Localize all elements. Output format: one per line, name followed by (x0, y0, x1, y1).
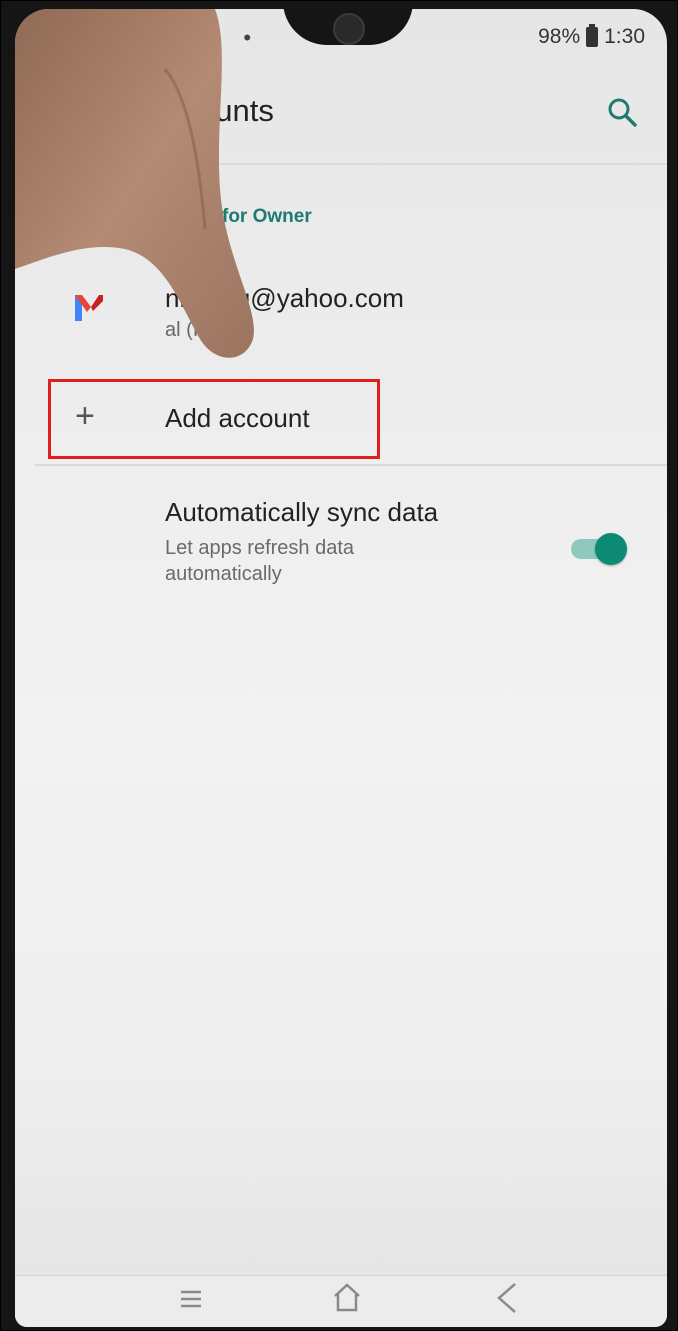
search-icon (608, 98, 637, 127)
navigation-bar (15, 1275, 667, 1327)
account-type: al (IMAP) (165, 319, 249, 341)
status-right: 98% 1:30 (538, 24, 645, 49)
front-camera (333, 13, 365, 45)
recents-menu-icon[interactable] (177, 1284, 205, 1314)
auto-sync-toggle[interactable] (571, 531, 627, 565)
section-header: ounts for Owner (165, 206, 312, 227)
app-bar-divider (15, 163, 667, 165)
account-email: nn4you@yahoo.com (165, 283, 404, 313)
highlight-box (48, 379, 380, 459)
toggle-thumb (595, 533, 627, 565)
back-icon[interactable] (495, 1280, 519, 1316)
page-title: ccounts (167, 93, 274, 128)
add-account-button[interactable]: + Add account (15, 377, 667, 465)
status-notification-icons: ⌆ ⤓ • (163, 25, 262, 50)
gmail-icon (75, 295, 103, 321)
auto-sync-title: Automatically sync data (165, 497, 439, 527)
clock: 1:30 (604, 25, 645, 48)
device-frame: ⌆ ⤓ • 98% 1:30 ccounts ounts for Owner n… (0, 0, 678, 1331)
search-button[interactable] (599, 89, 647, 137)
battery-percent: 98% (538, 25, 581, 48)
auto-sync-row[interactable]: Automatically sync data Let apps refresh… (15, 487, 667, 607)
list-divider (35, 464, 667, 466)
app-bar: ccounts (15, 65, 667, 161)
account-row[interactable]: nn4you@yahoo.com al (IMAP) (15, 261, 667, 357)
auto-sync-subtitle: Let apps refresh data automatically (165, 537, 355, 585)
home-icon[interactable] (331, 1280, 363, 1314)
phone-screen: ⌆ ⤓ • 98% 1:30 ccounts ounts for Owner n… (15, 9, 667, 1327)
battery-icon (586, 24, 599, 47)
